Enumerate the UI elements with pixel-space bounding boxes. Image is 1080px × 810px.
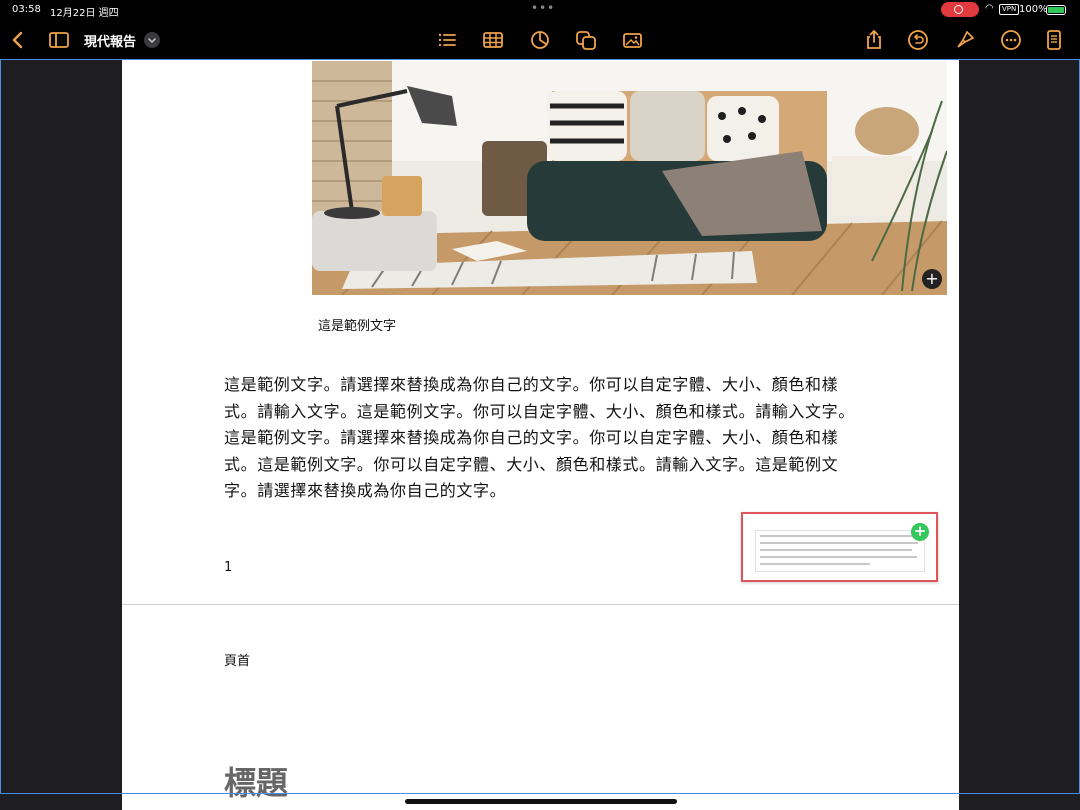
chevron-down-icon[interactable] [144, 32, 160, 48]
table-icon[interactable] [481, 28, 505, 52]
wifi-icon: ◠ [985, 3, 994, 14]
share-icon[interactable] [862, 28, 886, 52]
text-preview-popover[interactable] [741, 512, 938, 582]
page-heading[interactable]: 標題 [224, 758, 288, 804]
format-brush-icon[interactable] [953, 28, 977, 52]
body-paragraph[interactable]: 這是範例文字。請選擇來替換成為你自己的文字。你可以自定字體、大小、顏色和樣式。請… [224, 372, 864, 505]
page-number: 1 [224, 560, 233, 575]
text-preview-thumbnail[interactable] [755, 530, 925, 572]
toolbar: 現代報告 [0, 22, 1080, 58]
home-indicator[interactable] [405, 799, 677, 804]
photo-add-icon[interactable]: + [922, 269, 942, 289]
back-icon[interactable] [6, 28, 30, 52]
status-date: 12月22日 週四 [50, 8, 119, 19]
document-title[interactable]: 現代報告 [84, 31, 136, 50]
list-icon[interactable] [435, 28, 459, 52]
document-settings-icon[interactable] [1042, 28, 1066, 52]
image-caption[interactable]: 這是範例文字 [318, 315, 396, 334]
undo-icon[interactable] [906, 28, 930, 52]
sidebar-icon[interactable] [47, 28, 71, 52]
shape-icon[interactable] [574, 28, 598, 52]
page-header[interactable]: 頁首 [224, 650, 250, 669]
status-bar: 03:58 12月22日 週四 ••• ◠ VPN 100% [0, 0, 1080, 20]
battery-icon [1046, 5, 1066, 15]
add-green-icon[interactable]: + [911, 523, 929, 541]
screen-recording-icon[interactable] [941, 2, 979, 17]
vpn-badge: VPN [999, 4, 1020, 15]
page-divider [122, 604, 959, 605]
living-room-photo[interactable] [312, 61, 947, 295]
multitasking-dots-icon[interactable]: ••• [531, 1, 555, 15]
media-icon[interactable] [620, 28, 644, 52]
status-time: 03:58 [12, 4, 41, 15]
chart-icon[interactable] [528, 28, 552, 52]
more-icon[interactable] [999, 28, 1023, 52]
battery-percentage: 100% [1019, 4, 1048, 15]
